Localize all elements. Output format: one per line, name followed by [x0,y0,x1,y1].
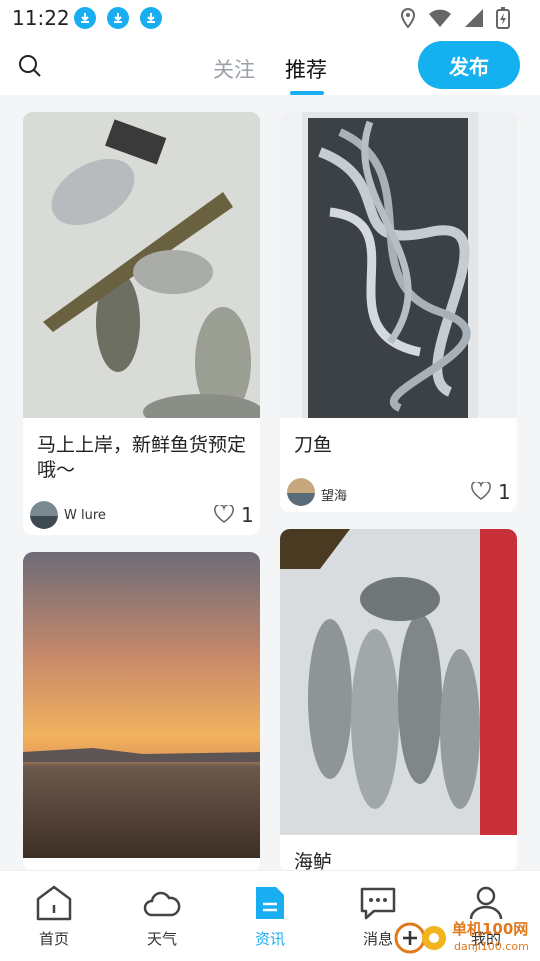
feed-card[interactable] [23,552,260,872]
location-icon [400,8,416,28]
avatar[interactable] [30,501,58,529]
publish-button[interactable]: 发布 [418,41,520,89]
card-title: 刀鱼 [294,434,333,456]
feed-card[interactable]: 刀鱼 望海 1 [280,112,517,512]
search-icon[interactable] [18,54,42,82]
wifi-icon [429,9,451,27]
status-bar: 11:22 [0,0,540,36]
username[interactable]: W lure [64,508,106,523]
news-icon [256,887,284,919]
heart-icon[interactable] [471,482,491,500]
nav-label: 首页 [38,930,69,948]
card-photo [280,112,517,418]
tab-active-indicator [290,91,324,95]
card-title: 马上上岸，新鲜鱼货预定哦～ [37,434,247,481]
card-photo [23,552,260,858]
download-icon [74,7,96,29]
download-icon [140,7,162,29]
avatar[interactable] [287,478,315,506]
heart-icon[interactable] [214,505,234,523]
cloud-icon [143,891,181,917]
card-photo [280,529,517,835]
signal-icon [465,9,483,27]
feed-card[interactable]: 马上上岸，新鲜鱼货预定哦～ W lure 1 [23,112,260,535]
nav-news[interactable]: 资讯 [216,871,324,961]
watermark-logo-icon [394,922,446,954]
watermark-title: 单机100网 [452,920,529,938]
battery-icon [496,7,510,29]
username[interactable]: 望海 [321,485,347,504]
download-icon [107,7,129,29]
card-photo [23,112,260,418]
like-count: 1 [498,480,511,504]
watermark: 单机100网 danji100.com [392,916,540,960]
tab-recommend[interactable]: 推荐 [285,54,327,84]
watermark-url: danji100.com [454,940,529,953]
home-icon [36,885,72,921]
feed-card[interactable]: 海鲈 [280,529,517,872]
nav-weather[interactable]: 天气 [108,871,216,961]
nav-home[interactable]: 首页 [0,871,108,961]
tab-follow[interactable]: 关注 [213,54,255,84]
card-title: 海鲈 [294,851,333,872]
nav-label: 天气 [146,930,177,948]
status-time: 11:22 [12,6,70,30]
nav-label: 资讯 [254,930,285,948]
top-nav: 关注 推荐 发布 [0,36,540,95]
like-count: 1 [241,503,254,527]
